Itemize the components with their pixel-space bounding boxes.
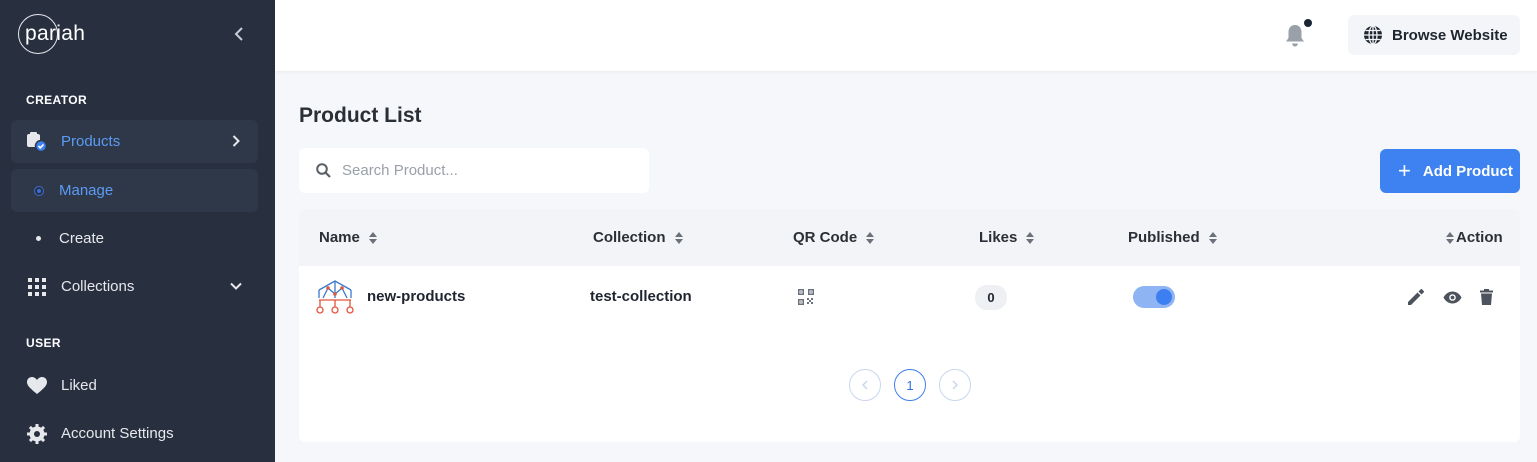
likes-count: 0 [975, 285, 1007, 310]
chevron-left-icon [234, 27, 243, 41]
search-input[interactable] [342, 162, 622, 179]
sidebar-item-products[interactable]: Products [11, 120, 258, 163]
search-box [299, 148, 649, 193]
section-label-user: USER [26, 336, 61, 350]
qr-code-icon [798, 289, 814, 305]
pagination-next-button[interactable] [939, 369, 971, 401]
column-header-qr-code[interactable]: QR Code [793, 229, 875, 246]
grid-icon [26, 276, 48, 298]
sort-icon [1208, 231, 1217, 244]
sidebar-item-label: Liked [61, 377, 97, 394]
plus-icon: + [1398, 158, 1411, 183]
chevron-down-icon [228, 278, 244, 294]
brand-name: pariah [25, 22, 86, 45]
column-header-action[interactable]: Action [1446, 229, 1503, 246]
chevron-right-icon [228, 133, 244, 149]
gear-icon [26, 423, 48, 445]
table-row: new-products test-collection 0 [299, 266, 1520, 328]
heart-icon [26, 375, 48, 397]
published-toggle[interactable] [1133, 286, 1175, 308]
sidebar-item-label: Manage [59, 182, 114, 199]
add-product-label: Add Product [1422, 162, 1513, 180]
bell-icon [1286, 25, 1304, 47]
dot-icon [35, 186, 43, 195]
search-icon [316, 163, 331, 178]
column-label: QR Code [793, 229, 858, 246]
trash-icon [1479, 289, 1493, 305]
sort-icon [368, 231, 377, 244]
sidebar-item-label: Account Settings [61, 425, 174, 442]
sort-icon [1026, 231, 1035, 244]
collapse-sidebar-button[interactable] [229, 24, 249, 44]
sidebar-item-create[interactable]: Create [11, 217, 258, 260]
sidebar-item-manage[interactable]: Manage [11, 169, 258, 212]
product-thumbnail[interactable] [316, 278, 354, 316]
top-bar: Browse Website [275, 0, 1537, 71]
section-label-creator: CREATOR [26, 93, 88, 107]
view-button[interactable] [1442, 288, 1462, 306]
delete-button[interactable] [1477, 288, 1495, 306]
page-title: Product List [299, 104, 422, 127]
toggle-knob [1156, 289, 1172, 305]
product-collection: test-collection [590, 288, 692, 305]
globe-icon [1364, 25, 1382, 45]
sidebar: pariah CREATOR Products Manage Create Co… [0, 0, 275, 462]
notifications-button[interactable] [1284, 24, 1308, 48]
column-header-likes[interactable]: Likes [979, 229, 1035, 246]
products-icon [26, 131, 48, 153]
sidebar-item-label: Create [59, 230, 105, 247]
sidebar-item-liked[interactable]: Liked [11, 364, 258, 407]
pagination-prev-button[interactable] [849, 369, 881, 401]
pencil-icon [1408, 289, 1424, 305]
column-header-collection[interactable]: Collection [593, 229, 683, 246]
notification-badge [1304, 19, 1312, 27]
column-label: Likes [979, 229, 1018, 246]
table-header: Name Collection QR Code Likes Published … [299, 209, 1520, 266]
sidebar-item-label: Collections [61, 278, 135, 295]
column-header-name[interactable]: Name [319, 229, 377, 246]
sort-icon [1446, 231, 1454, 244]
column-header-published[interactable]: Published [1128, 229, 1217, 246]
eye-icon [1443, 291, 1461, 303]
qr-code-button[interactable] [798, 289, 814, 309]
browse-website-label: Browse Website [1392, 26, 1508, 44]
dot-icon [36, 236, 41, 241]
column-label: Collection [593, 229, 666, 246]
product-table: Name Collection QR Code Likes Published … [299, 209, 1520, 442]
sort-icon [866, 231, 875, 244]
brand-logo[interactable]: pariah [18, 14, 85, 54]
browse-website-button[interactable]: Browse Website [1348, 15, 1520, 55]
column-label: Name [319, 229, 360, 246]
add-product-button[interactable]: + Add Product [1380, 149, 1520, 193]
chevron-left-icon [862, 380, 868, 390]
column-label: Action [1456, 229, 1503, 246]
sidebar-item-collections[interactable]: Collections [11, 265, 258, 308]
sidebar-item-label: Products [61, 133, 121, 150]
sort-icon [674, 231, 683, 244]
column-label: Published [1128, 229, 1200, 246]
product-name[interactable]: new-products [367, 288, 465, 305]
sidebar-item-account-settings[interactable]: Account Settings [11, 412, 258, 455]
edit-button[interactable] [1407, 288, 1425, 306]
pagination-page-button[interactable]: 1 [894, 369, 926, 401]
chevron-right-icon [952, 380, 958, 390]
